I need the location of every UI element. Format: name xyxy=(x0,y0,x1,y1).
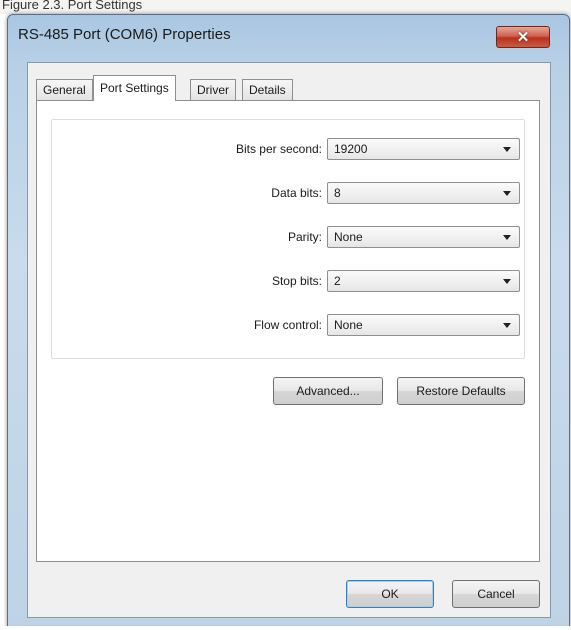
close-button[interactable]: ✕ xyxy=(496,26,550,48)
advanced-button[interactable]: Advanced... xyxy=(273,377,383,405)
tab-general[interactable]: General xyxy=(36,79,93,100)
stop-bits-value: 2 xyxy=(334,274,341,288)
cancel-button[interactable]: Cancel xyxy=(452,580,540,608)
chevron-down-icon xyxy=(503,235,511,240)
parity-label: Parity: xyxy=(287,230,322,244)
bottom-margin xyxy=(0,626,571,630)
dialog-client-area: General Port Settings Driver Details Bit… xyxy=(27,62,551,618)
parity-value: None xyxy=(334,230,363,244)
data-bits-value: 8 xyxy=(334,186,341,200)
tab-port-settings[interactable]: Port Settings xyxy=(93,75,176,101)
tab-details[interactable]: Details xyxy=(242,79,293,100)
bits-per-second-value: 19200 xyxy=(334,142,368,156)
flow-control-label: Flow control: xyxy=(253,318,322,332)
parity-select[interactable]: None xyxy=(327,226,520,248)
settings-group: Bits per second: 19200 Data bits: 8 Pari… xyxy=(51,119,525,359)
flow-control-value: None xyxy=(334,318,363,332)
stop-bits-select[interactable]: 2 xyxy=(327,270,520,292)
caption-strip: Figure 2.3. Port Settings xyxy=(0,0,571,14)
ok-button[interactable]: OK xyxy=(346,580,434,608)
restore-defaults-button[interactable]: Restore Defaults xyxy=(397,377,525,405)
caption-fragment: Figure 2.3. Port Settings xyxy=(2,0,143,12)
chevron-down-icon xyxy=(503,323,511,328)
stop-bits-label: Stop bits: xyxy=(271,274,322,288)
data-bits-label: Data bits: xyxy=(271,186,322,200)
flow-control-select[interactable]: None xyxy=(327,314,520,336)
data-bits-select[interactable]: 8 xyxy=(327,182,520,204)
chevron-down-icon xyxy=(503,147,511,152)
tab-driver[interactable]: Driver xyxy=(190,79,236,100)
bits-per-second-label: Bits per second: xyxy=(235,142,322,156)
close-icon: ✕ xyxy=(516,29,530,46)
window-title: RS-485 Port (COM6) Properties xyxy=(18,26,231,43)
bits-per-second-select[interactable]: 19200 xyxy=(327,138,520,160)
chevron-down-icon xyxy=(503,279,511,284)
port-settings-panel: Bits per second: 19200 Data bits: 8 Pari… xyxy=(36,100,540,562)
chevron-down-icon xyxy=(503,191,511,196)
